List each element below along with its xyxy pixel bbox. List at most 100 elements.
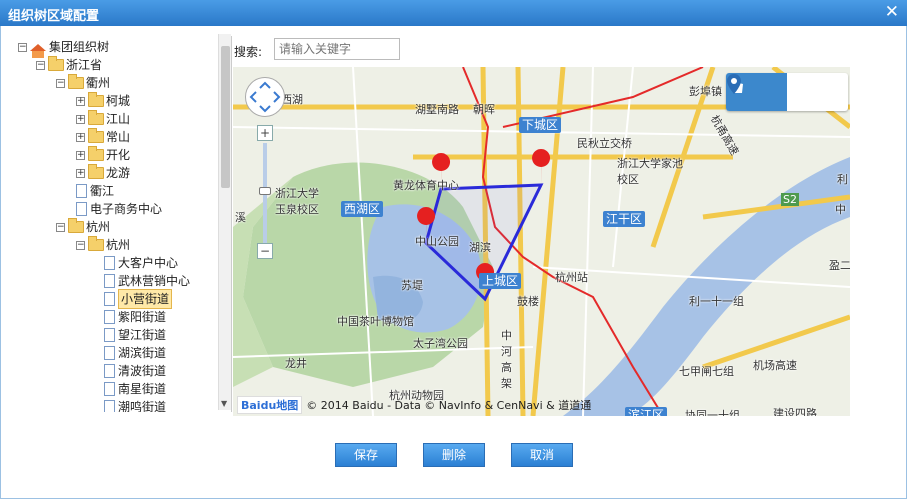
folder-icon (48, 56, 64, 71)
tree-node-label: 武林营销中心 (118, 274, 191, 288)
save-button[interactable]: 保存 (335, 443, 397, 467)
collapse-icon[interactable]: − (56, 222, 65, 232)
folder-icon (88, 92, 104, 107)
delete-button[interactable]: 删除 (423, 443, 485, 467)
map-canvas[interactable]: 西湖 湖墅南路 朝晖 彭埠镇 民秋立交桥 浙江大学家池校区 黄龙体育中心 浙江大… (233, 67, 850, 416)
tree-node[interactable]: 大客户中心 (104, 254, 178, 272)
tree-node[interactable]: + 柯城 (76, 92, 130, 110)
tree-node[interactable]: 武林营销中心 (104, 272, 190, 290)
folder-icon (88, 164, 104, 179)
location-pin-icon (727, 74, 741, 94)
tree-node-label: 湖滨街道 (118, 346, 167, 360)
tree-node[interactable]: 湖滨街道 (104, 344, 166, 362)
zoom-slider-track[interactable] (259, 143, 271, 243)
tree-node[interactable]: − 杭州 (76, 236, 130, 254)
collapse-icon[interactable]: − (56, 78, 65, 88)
tree-node-label: 龙游 (106, 166, 131, 180)
close-icon[interactable]: ✕ (885, 2, 899, 22)
map-label: 利一十一组 (689, 295, 744, 308)
tree-node-label: 杭州 (86, 220, 111, 234)
file-icon (104, 364, 115, 378)
tree-node[interactable]: − 衢州 (56, 74, 110, 92)
expand-icon[interactable]: + (76, 168, 85, 178)
map-label: 杭州站 (555, 271, 588, 284)
map-label: 彭埠镇 (689, 85, 722, 98)
map-label: 七甲闸七组 (679, 365, 734, 378)
tree-node[interactable]: 望江街道 (104, 326, 166, 344)
tree-node[interactable]: 电子商务中心 (76, 200, 162, 218)
collapse-icon[interactable]: − (18, 42, 27, 52)
search-input[interactable] (274, 38, 400, 60)
tree-node-label: 大客户中心 (118, 256, 179, 270)
map-label: 民秋立交桥 (577, 137, 632, 150)
tree-node[interactable]: 清波街道 (104, 362, 166, 380)
map-label: 苏堤 (401, 279, 423, 292)
cancel-button[interactable]: 取消 (511, 443, 573, 467)
folder-icon (68, 74, 84, 89)
tree-node[interactable]: 紫阳街道 (104, 308, 166, 326)
expand-icon[interactable]: + (76, 150, 85, 160)
map-label: 浙江大学家池校区 (617, 157, 683, 186)
dialog-title: 组织树区域配置 (8, 9, 100, 24)
map-label: 中国茶叶博物馆 (337, 315, 414, 328)
tree-node[interactable]: 潮鸣街道 (104, 398, 166, 412)
tree-node-label: 紫阳街道 (118, 310, 167, 324)
tree-node[interactable]: − 浙江省 (36, 56, 102, 74)
folder-icon (88, 146, 104, 161)
tree-scrollbar[interactable]: ▼ (218, 34, 231, 410)
map-label: 盈二 (829, 259, 850, 272)
location-marker-tool-button[interactable] (727, 73, 848, 111)
map-tool-switch (726, 73, 848, 111)
tree-node-label: 电子商务中心 (90, 202, 163, 216)
expand-icon[interactable]: + (76, 96, 85, 106)
expand-icon[interactable]: + (76, 132, 85, 142)
map-label: 鼓楼 (517, 295, 539, 308)
tree-node[interactable]: − 杭州 (56, 218, 110, 236)
map-label: 湖滨 (469, 241, 491, 254)
file-icon (104, 274, 115, 288)
scroll-down-icon[interactable]: ▼ (221, 399, 227, 408)
collapse-icon[interactable]: − (36, 60, 45, 70)
copyright-text: © 2014 Baidu - Data © NavInfo & CenNavi … (306, 399, 592, 412)
tree-node-label: 潮鸣街道 (118, 400, 167, 412)
expand-icon[interactable]: + (76, 114, 85, 124)
zoom-slider-handle[interactable] (259, 187, 271, 195)
map-label: 黄龙体育中心 (393, 179, 459, 192)
tree-node[interactable]: 衢江 (76, 182, 114, 200)
tree-node-label: 浙江省 (66, 58, 103, 72)
tree-node[interactable]: 南星街道 (104, 380, 166, 398)
tree-node[interactable]: + 常山 (76, 128, 130, 146)
tree-node[interactable]: − 集团组织树 (18, 38, 109, 58)
tree-node-label: 衢江 (90, 184, 115, 198)
tree-node-label: 衢州 (86, 76, 111, 90)
map-label: 太子湾公园 (413, 337, 468, 350)
district-label: 滨江区 (625, 407, 668, 416)
zoom-in-button[interactable]: + (257, 125, 273, 141)
tree-node[interactable]: + 江山 (76, 110, 130, 128)
district-label: 江干区 (603, 211, 646, 227)
tree-node-label: 常山 (106, 130, 131, 144)
file-icon (104, 292, 115, 306)
tree-node[interactable]: 小营街道 (104, 289, 173, 309)
district-label: 下城区 (519, 117, 562, 133)
collapse-icon[interactable]: − (76, 240, 85, 250)
file-icon (104, 328, 115, 342)
map-label: 中河高架 (501, 329, 512, 390)
tree-node-label: 小营街道 (118, 289, 173, 309)
map-label: 机场高速 (753, 359, 797, 372)
tree-node-label: 杭州 (106, 238, 131, 252)
highway-shield: S2 (781, 193, 799, 206)
tree-node-label: 南星街道 (118, 382, 167, 396)
dialog-titlebar: 组织树区域配置 ✕ (0, 0, 907, 26)
tree-node[interactable]: + 龙游 (76, 164, 130, 182)
zoom-out-button[interactable]: − (257, 243, 273, 259)
file-icon (104, 256, 115, 270)
map-label: 朝晖 (473, 103, 495, 116)
tree-node[interactable]: + 开化 (76, 146, 130, 164)
tree-scrollbar-thumb[interactable] (221, 46, 230, 188)
pan-control[interactable] (245, 77, 285, 117)
folder-icon (88, 110, 104, 125)
map-label: 建设四路 (773, 407, 817, 416)
map-label: 浙江大学玉泉校区 (275, 187, 319, 216)
zoom-control: + − (257, 125, 273, 261)
